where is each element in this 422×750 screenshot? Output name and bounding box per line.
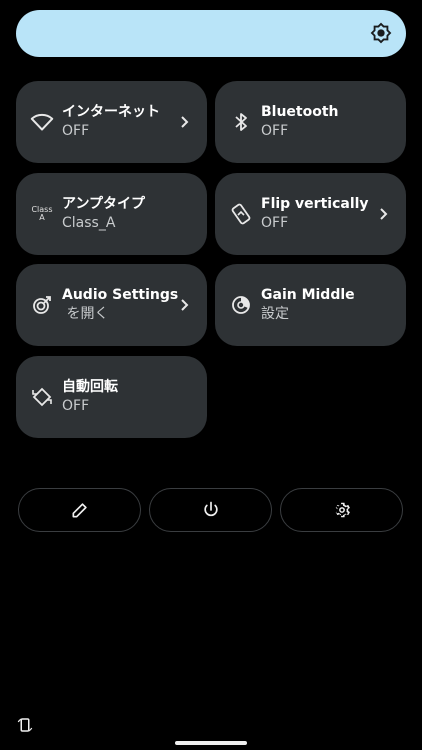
chevron-right-icon (181, 299, 189, 311)
tile-title: インターネット (62, 104, 160, 120)
brightness-icon (370, 22, 392, 44)
bluetooth-icon (229, 110, 253, 134)
tile-title: Audio Settings (62, 287, 179, 303)
wifi-icon (30, 110, 54, 134)
audio-settings-icon (30, 293, 54, 317)
chevron-right-icon (181, 116, 189, 128)
tile-title: Gain Middle (261, 287, 355, 303)
flip-icon (229, 202, 253, 226)
tile-flip-vertically[interactable]: Flip vertically OFF (215, 173, 406, 255)
tile-subtitle: OFF (62, 398, 90, 414)
tile-title: 自動回転 (62, 379, 118, 395)
class-a-icon: Class A (31, 205, 53, 222)
settings-icon (335, 502, 350, 518)
home-gesture-bar[interactable] (175, 741, 247, 745)
edit-icon (72, 503, 87, 518)
chevron-right-icon (380, 208, 388, 220)
tile-amp-type[interactable]: Class A アンプタイプ Class_A (16, 173, 207, 255)
tile-subtitle: Class_A (62, 215, 116, 231)
tile-gain-middle[interactable]: Gain Middle 設定 (215, 264, 406, 346)
tile-subtitle: OFF (261, 215, 289, 231)
tile-title: Bluetooth (261, 104, 339, 120)
tile-subtitle: を開く (62, 306, 109, 322)
rotate-suggestion-icon[interactable] (16, 716, 34, 734)
brightness-slider[interactable] (16, 10, 406, 57)
tile-title: アンプタイプ (62, 196, 146, 212)
tile-subtitle: OFF (261, 123, 289, 139)
auto-rotate-icon (30, 385, 54, 409)
power-button[interactable] (149, 488, 272, 532)
tile-internet[interactable]: インターネット OFF (16, 81, 207, 163)
settings-button[interactable] (280, 488, 403, 532)
tile-auto-rotate[interactable]: 自動回転 OFF (16, 356, 207, 438)
tile-bluetooth[interactable]: Bluetooth OFF (215, 81, 406, 163)
tile-audio-settings[interactable]: Audio Settings を開く (16, 264, 207, 346)
tile-title: Flip vertically (261, 196, 369, 212)
gain-icon (229, 293, 253, 317)
edit-button[interactable] (18, 488, 141, 532)
tile-subtitle: OFF (62, 123, 90, 139)
tile-subtitle: 設定 (261, 306, 289, 322)
power-icon (203, 501, 218, 517)
